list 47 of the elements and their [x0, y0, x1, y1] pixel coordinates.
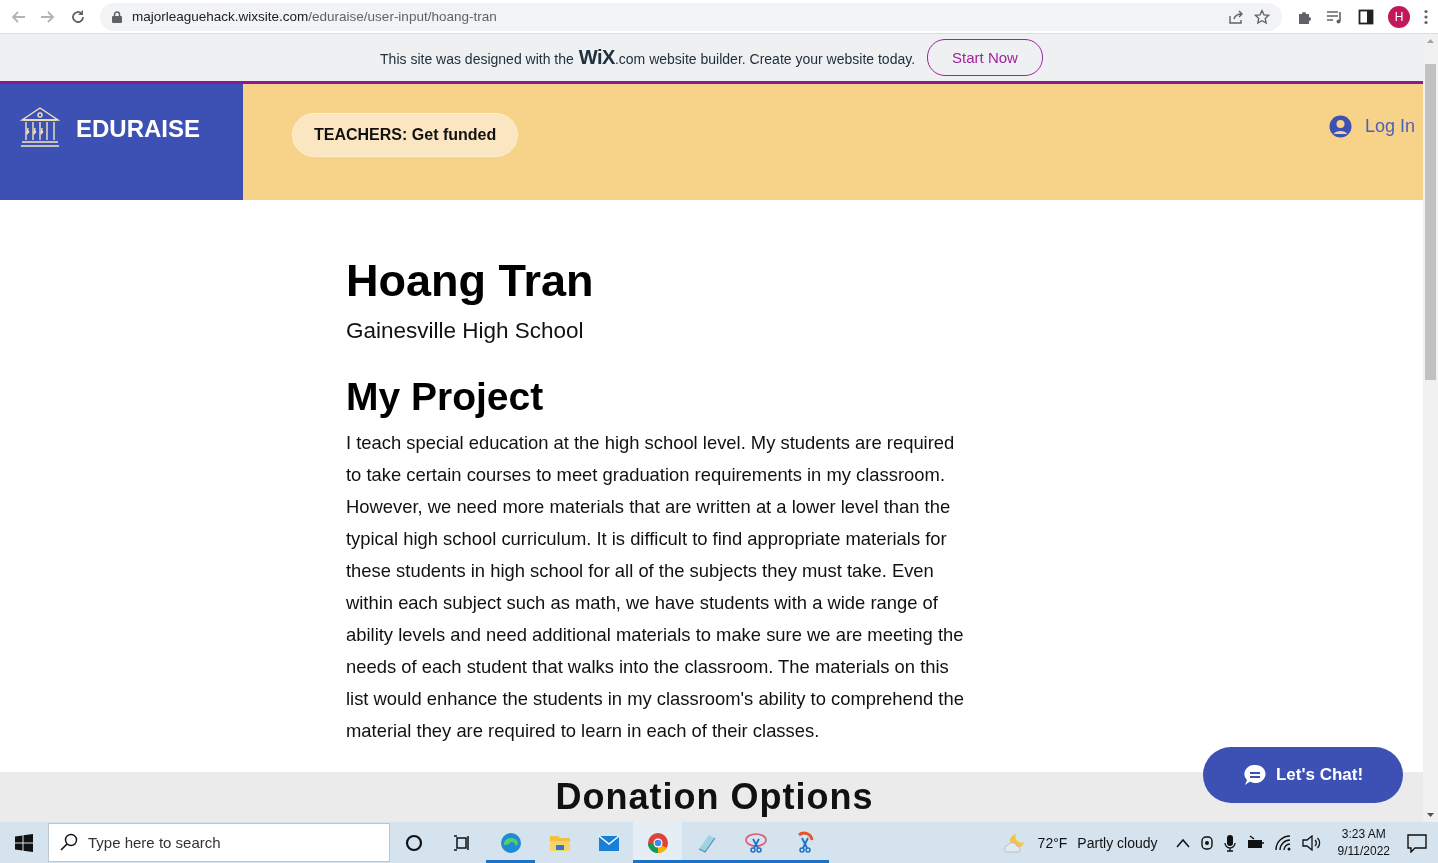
circle-icon[interactable]	[405, 833, 423, 852]
address-bar[interactable]: majorleaguehack.wixsite.com/eduraise/user-input/hoang-tran	[100, 2, 1282, 31]
url-text: majorleaguehack.wixsite.com/eduraise/user-input/hoang-tran	[132, 9, 497, 24]
taskbar-app-button[interactable]	[633, 822, 682, 863]
taskbar-search-field[interactable]: Type here to search	[48, 823, 390, 862]
chevron-up-icon[interactable]	[1175, 837, 1190, 848]
weather-text: Partly cloudy	[1077, 834, 1158, 851]
wix-logo[interactable]: WiX	[578, 46, 615, 69]
get-funded-button[interactable]: TEACHERS: Get funded	[292, 113, 519, 157]
microphone-icon[interactable]	[1223, 833, 1236, 852]
scrollbar-thumb[interactable]	[1425, 64, 1436, 380]
profile-avatar[interactable]: H	[1388, 5, 1410, 28]
clock-time[interactable]: 3:23 AM	[1341, 825, 1386, 843]
temperature-text: 72°F	[1037, 834, 1068, 851]
scissors-icon	[743, 830, 768, 855]
search-icon	[60, 833, 78, 851]
speaker-icon[interactable]	[1301, 834, 1322, 851]
section-heading: My Project	[346, 374, 544, 420]
clock-date[interactable]: 9/11/2022	[1337, 842, 1390, 860]
star-icon[interactable]	[1254, 8, 1270, 25]
banner-text: .com website builder. Create your website today.	[614, 51, 916, 67]
chat-button[interactable]: Let's Chat!	[1203, 747, 1403, 803]
share-icon[interactable]	[1228, 8, 1244, 25]
browser-icon	[645, 830, 670, 855]
school-name: Gainesville High School	[346, 317, 584, 345]
notification-icon[interactable]	[1406, 832, 1428, 853]
banner-text: This site was designed with the	[380, 51, 574, 67]
battery-icon[interactable]	[1245, 834, 1264, 851]
teacher-name: Hoang Tran	[346, 256, 594, 306]
menu-icon[interactable]	[1424, 8, 1428, 25]
bank-building-icon	[20, 106, 60, 150]
start-now-button[interactable]: Start Now	[927, 39, 1043, 76]
webcam-icon[interactable]	[1199, 833, 1214, 852]
windows-logo-icon[interactable]	[15, 833, 33, 852]
lock-icon	[112, 10, 122, 23]
wifi-icon[interactable]	[1273, 834, 1292, 851]
project-description: I teach special education at the high school level. My students are required to take certain courses to meet graduation requirements in my classroom. However, we need more materials that are written at a lower level than the typical high school curriculum. It is difficult to find appropriate materials for these students in high school for all of the subjects they must take. Even within each subject such as math, we have students with a wide range of ability levels and need additional materials to make sure we are meeting the needs of each student that walks into the classroom. The materials on this list would enhance the students in my classroom's ability to comprehend the material they are required to learn in each of their classes.	[346, 431, 964, 743]
playlist-icon[interactable]	[1326, 8, 1344, 25]
side-panel-icon[interactable]	[1358, 8, 1374, 25]
user-icon	[1328, 114, 1352, 138]
reload-icon[interactable]	[70, 8, 86, 25]
section-heading: Donation Options	[555, 776, 874, 818]
task-view-icon[interactable]	[453, 833, 471, 852]
brand-name[interactable]: EDURAISE	[76, 115, 201, 143]
chat-bubble-icon	[1242, 763, 1267, 787]
login-link[interactable]: Log In	[1328, 114, 1415, 138]
browser-icon	[498, 830, 523, 855]
